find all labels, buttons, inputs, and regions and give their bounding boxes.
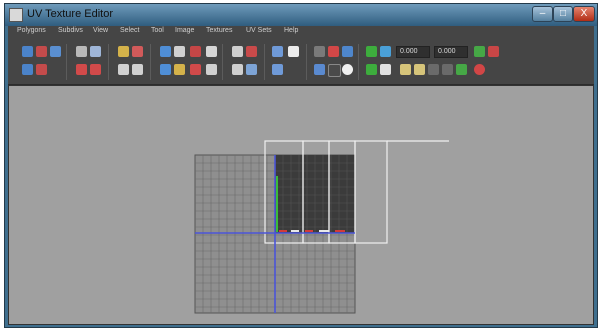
copy-uv-icon[interactable]	[488, 46, 499, 57]
menu-polygons[interactable]: Polygons	[17, 27, 46, 34]
paste-uv-disabled-icon[interactable]	[428, 64, 439, 75]
minimize-button[interactable]: –	[532, 6, 553, 22]
uv-set-editor-icon[interactable]	[456, 64, 467, 75]
rotate-ccw-icon[interactable]	[118, 46, 129, 57]
uv-distortion-icon[interactable]	[366, 46, 377, 57]
flip-v-icon[interactable]	[90, 46, 101, 57]
toolbar-separator	[150, 44, 151, 80]
layout-uv-icon[interactable]	[206, 46, 217, 57]
align-max-u-icon[interactable]	[90, 64, 101, 75]
toolbar-separator	[108, 44, 109, 80]
menu-uv-sets[interactable]: UV Sets	[246, 27, 272, 34]
menu-help[interactable]: Help	[284, 27, 298, 34]
cut-uv-edges-icon[interactable]	[160, 46, 171, 57]
app-icon	[9, 8, 23, 22]
menu-textures[interactable]: Textures	[206, 27, 232, 34]
grid-uv-icon[interactable]	[232, 46, 243, 57]
close-button[interactable]: X	[573, 6, 595, 22]
display-unfiltered-icon[interactable]	[380, 64, 391, 75]
cycle-uv-disabled-icon[interactable]	[442, 64, 453, 75]
alpha-channel-icon[interactable]	[342, 64, 353, 75]
image-range-icon[interactable]	[314, 64, 325, 75]
menu-select[interactable]: Select	[120, 27, 139, 34]
toolbar-separator	[358, 44, 359, 80]
pixel-snap-icon[interactable]	[328, 46, 339, 57]
dim-image-icon[interactable]	[272, 64, 283, 75]
menu-image[interactable]: Image	[175, 27, 194, 34]
align-min-v-icon[interactable]	[118, 64, 129, 75]
delete-uv-icon[interactable]	[474, 64, 485, 75]
toolbar-separator	[264, 44, 265, 80]
uv-texture-editor-window: UV Texture Editor – □ X Polygons Subdivs…	[4, 3, 598, 328]
menu-tool[interactable]: Tool	[151, 27, 164, 34]
texture-borders-icon[interactable]	[366, 64, 377, 75]
title-bar[interactable]: UV Texture Editor – □ X	[5, 4, 597, 26]
straighten-uv-icon[interactable]	[160, 64, 171, 75]
move-uv-icon[interactable]	[36, 46, 47, 57]
toolbar-separator	[222, 44, 223, 80]
uv-borders-icon[interactable]	[380, 46, 391, 57]
select-shell-icon[interactable]	[190, 64, 201, 75]
smudge-uv-icon[interactable]	[50, 46, 61, 57]
view-image-icon[interactable]	[272, 46, 283, 57]
align-max-v-icon[interactable]	[132, 64, 143, 75]
toolbar-separator	[66, 44, 67, 80]
uv-editor-viewport[interactable]	[8, 85, 594, 325]
checker-icon[interactable]	[288, 46, 299, 57]
sew-uv-edges-icon[interactable]	[174, 46, 185, 57]
menu-bar: Polygons Subdivs View Select Tool Image …	[8, 26, 594, 40]
menu-view[interactable]: View	[93, 27, 108, 34]
relax-uv-icon[interactable]	[174, 64, 185, 75]
move-and-sew-icon[interactable]	[190, 46, 201, 57]
window-title: UV Texture Editor	[27, 8, 114, 20]
toolbar	[8, 40, 594, 85]
rotate-cw-icon[interactable]	[132, 46, 143, 57]
paste-u-icon[interactable]	[400, 64, 411, 75]
paste-v-icon[interactable]	[414, 64, 425, 75]
shell-border-icon[interactable]	[206, 64, 217, 75]
display-image-icon[interactable]	[36, 64, 47, 75]
menu-subdivs[interactable]: Subdivs	[58, 27, 83, 34]
rgb-channels-icon[interactable]	[328, 64, 341, 77]
u-value-field[interactable]	[396, 46, 430, 58]
shaded-uv-icon[interactable]	[342, 46, 353, 57]
toolbar-separator	[306, 44, 307, 80]
v-value-field[interactable]	[434, 46, 468, 58]
align-min-u-icon[interactable]	[76, 64, 87, 75]
maximize-button[interactable]: □	[553, 6, 573, 22]
isolate-add-icon[interactable]	[246, 64, 257, 75]
uv-snapshot-icon[interactable]	[22, 64, 33, 75]
flip-u-icon[interactable]	[76, 46, 87, 57]
uv-grid-canvas[interactable]	[9, 86, 593, 324]
uv-lattice-icon[interactable]	[22, 46, 33, 57]
refresh-uv-icon[interactable]	[474, 46, 485, 57]
unfold-uv-icon[interactable]	[246, 46, 257, 57]
toggle-grid-icon[interactable]	[314, 46, 325, 57]
isolate-select-icon[interactable]	[232, 64, 243, 75]
